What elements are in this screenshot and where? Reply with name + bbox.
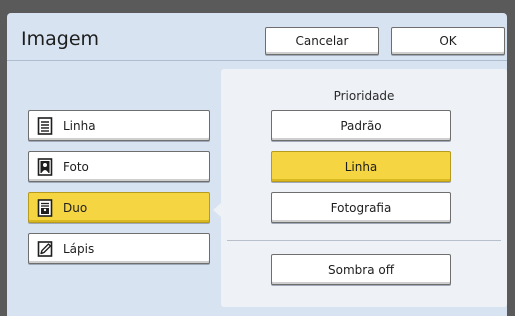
text-page-icon <box>37 116 53 135</box>
mode-label: Duo <box>63 200 88 215</box>
mode-button-duo[interactable]: Duo <box>28 192 210 223</box>
header-divider <box>7 60 507 61</box>
mode-label: Lápis <box>63 241 95 256</box>
photo-portrait-icon <box>37 157 53 176</box>
mode-label: Linha <box>63 118 96 133</box>
mode-button-foto[interactable]: Foto <box>28 151 210 182</box>
shadow-off-button[interactable]: Sombra off <box>271 254 451 285</box>
text-photo-page-icon <box>37 198 53 217</box>
priority-option-fotografia[interactable]: Fotografia <box>271 192 451 223</box>
mode-button-linha[interactable]: Linha <box>28 110 210 141</box>
cancel-button[interactable]: Cancelar <box>265 27 379 55</box>
image-dialog: Imagem Cancelar OK Linha Foto Duo Lápis … <box>7 13 507 316</box>
ok-button[interactable]: OK <box>391 27 505 55</box>
pencil-sketch-icon <box>37 240 53 258</box>
dialog-title: Imagem <box>21 28 100 50</box>
priority-panel: Prioridade Padrão Linha Fotografia Sombr… <box>221 69 507 307</box>
panel-divider <box>227 240 501 241</box>
priority-option-linha[interactable]: Linha <box>271 151 451 182</box>
priority-title: Prioridade <box>333 89 395 103</box>
selection-pointer <box>213 203 221 217</box>
mode-label: Foto <box>63 159 89 174</box>
mode-button-lapis[interactable]: Lápis <box>28 233 210 264</box>
priority-option-padrao[interactable]: Padrão <box>271 110 451 141</box>
